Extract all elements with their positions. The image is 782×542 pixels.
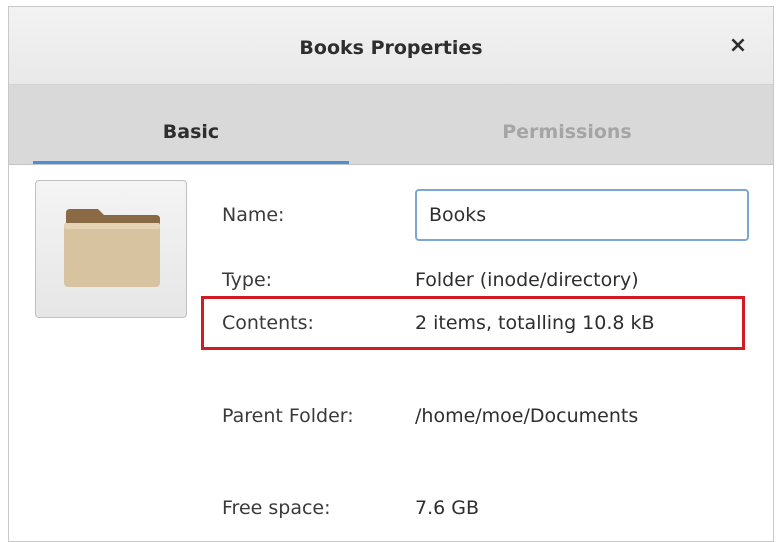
contents-label: Contents:: [222, 312, 314, 334]
name-field[interactable]: [415, 189, 749, 241]
free-space-label: Free space:: [222, 497, 331, 519]
properties-dialog: Books Properties × Basic Permissions Nam…: [8, 6, 774, 542]
tab-basic[interactable]: Basic: [33, 85, 349, 164]
contents-value: 2 items, totalling 10.8 kB: [415, 312, 655, 334]
free-space-value: 7.6 GB: [415, 497, 480, 519]
title-bar: Books Properties ×: [9, 7, 773, 85]
type-value: Folder (inode/directory): [415, 269, 639, 291]
close-icon[interactable]: ×: [725, 33, 751, 59]
parent-folder-value: /home/moe/Documents: [415, 405, 639, 427]
dialog-title: Books Properties: [299, 37, 483, 59]
tab-bar: Basic Permissions: [9, 85, 773, 165]
type-label: Type:: [222, 269, 273, 291]
name-label: Name:: [222, 204, 285, 226]
parent-folder-label: Parent Folder:: [222, 405, 354, 427]
folder-icon: [64, 209, 160, 287]
tab-permissions[interactable]: Permissions: [409, 85, 725, 164]
folder-icon-button[interactable]: [35, 180, 187, 318]
